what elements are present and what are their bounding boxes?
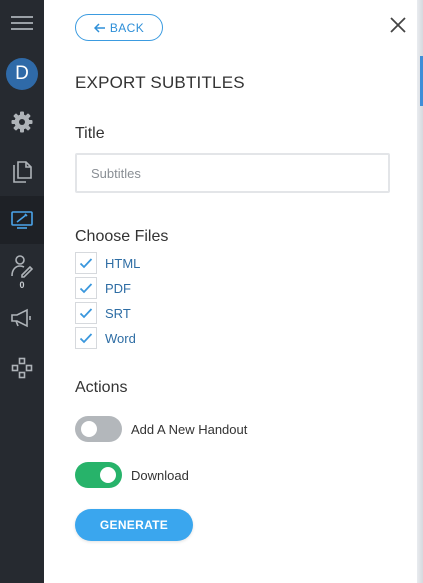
page-title: EXPORT SUBTITLES <box>75 73 245 92</box>
add-handout-row: Add A New Handout <box>75 416 247 442</box>
file-option-pdf[interactable]: PDF <box>75 277 131 299</box>
avatar: D <box>6 58 38 90</box>
checkmark-icon <box>79 333 93 344</box>
presentation-edit-icon <box>11 211 33 229</box>
file-option-word[interactable]: Word <box>75 327 136 349</box>
gear-icon <box>11 111 33 133</box>
arrow-left-icon <box>93 22 105 33</box>
actions-label: Actions <box>75 379 128 396</box>
download-toggle[interactable] <box>75 462 122 488</box>
back-button[interactable]: BACK <box>75 14 163 41</box>
choose-files-label: Choose Files <box>75 228 169 245</box>
checkmark-icon <box>79 308 93 319</box>
back-button-label: BACK <box>109 20 145 35</box>
word-option-label: Word <box>105 330 136 346</box>
add-handout-toggle[interactable] <box>75 416 122 442</box>
sidebar-item-user-edit[interactable] <box>0 252 44 280</box>
sidebar-profile-button[interactable]: D <box>0 57 44 91</box>
notification-count-badge: 0 <box>19 280 25 290</box>
close-button[interactable] <box>388 15 408 35</box>
generate-button[interactable]: GENERATE <box>75 509 193 541</box>
documents-icon <box>13 161 32 183</box>
checkmark-icon <box>79 283 93 294</box>
sidebar: D 0 <box>0 0 44 583</box>
pdf-checkbox[interactable] <box>75 277 97 299</box>
title-field-label: Title <box>75 125 105 142</box>
sidebar-menu-button[interactable] <box>0 8 44 38</box>
srt-option-label: SRT <box>105 305 131 321</box>
pdf-option-label: PDF <box>105 280 131 296</box>
megaphone-icon <box>11 308 31 328</box>
sidebar-item-presentation[interactable] <box>0 196 44 244</box>
hamburger-menu-icon <box>11 16 33 30</box>
sidebar-item-announcements[interactable] <box>0 304 44 332</box>
close-icon <box>390 17 406 33</box>
title-input[interactable] <box>75 153 390 193</box>
sidebar-item-network[interactable] <box>0 354 44 382</box>
download-row: Download <box>75 462 189 488</box>
checkmark-icon <box>79 258 93 269</box>
srt-checkbox[interactable] <box>75 302 97 324</box>
sidebar-item-settings[interactable] <box>0 107 44 137</box>
file-option-html[interactable]: HTML <box>75 252 140 274</box>
file-option-srt[interactable]: SRT <box>75 302 131 324</box>
sidebar-item-documents[interactable] <box>0 157 44 187</box>
network-nodes-icon <box>11 357 33 379</box>
download-label: Download <box>131 467 189 483</box>
panel-edge <box>417 0 423 583</box>
toggle-knob <box>100 467 116 483</box>
html-checkbox[interactable] <box>75 252 97 274</box>
word-checkbox[interactable] <box>75 327 97 349</box>
toggle-knob <box>81 421 97 437</box>
add-handout-label: Add A New Handout <box>131 421 248 437</box>
person-edit-icon <box>11 255 34 278</box>
html-option-label: HTML <box>105 255 141 271</box>
